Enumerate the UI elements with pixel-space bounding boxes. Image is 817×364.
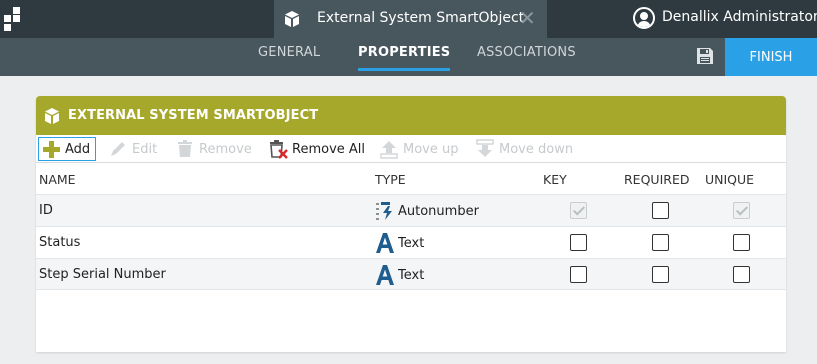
move-up-button[interactable]: Move up bbox=[379, 137, 459, 161]
unique-checkbox[interactable] bbox=[733, 266, 750, 283]
column-header-unique[interactable]: UNIQUE bbox=[705, 172, 754, 187]
remove-all-icon bbox=[270, 140, 288, 159]
properties-panel: EXTERNAL SYSTEM SMARTOBJECT Add Edit Rem… bbox=[36, 96, 786, 352]
smartobject-icon bbox=[285, 11, 299, 27]
move-down-icon bbox=[476, 139, 494, 157]
avatar-icon bbox=[633, 7, 655, 29]
pencil-icon bbox=[111, 142, 125, 156]
move-up-button-label: Move up bbox=[403, 141, 459, 157]
key-checkbox[interactable] bbox=[570, 202, 587, 219]
property-type: Text bbox=[375, 232, 424, 254]
required-checkbox[interactable] bbox=[652, 266, 669, 283]
unique-checkbox[interactable] bbox=[733, 234, 750, 251]
save-icon[interactable] bbox=[696, 47, 714, 65]
tab-general[interactable]: GENERAL bbox=[258, 45, 320, 60]
column-header-required[interactable]: REQUIRED bbox=[624, 172, 689, 187]
column-header-name[interactable]: NAME bbox=[39, 172, 76, 187]
tab-properties[interactable]: PROPERTIES bbox=[358, 45, 451, 71]
property-type-label: Autonumber bbox=[398, 203, 479, 219]
document-tab[interactable]: External System SmartObject ✕ bbox=[274, 0, 547, 38]
user-name: Denallix Administrator bbox=[662, 9, 817, 25]
apps-grid-icon[interactable] bbox=[4, 7, 22, 31]
panel-title: EXTERNAL SYSTEM SMARTOBJECT bbox=[68, 108, 319, 123]
active-tab-indicator bbox=[358, 68, 451, 71]
property-type: Text bbox=[375, 264, 424, 286]
table-row[interactable]: ID Autonumber bbox=[36, 194, 786, 226]
edit-button-label: Edit bbox=[132, 141, 158, 157]
finish-button[interactable]: FINISH bbox=[725, 38, 817, 76]
autonumber-icon bbox=[376, 202, 392, 220]
remove-all-button-label: Remove All bbox=[292, 141, 366, 157]
column-header-type[interactable]: TYPE bbox=[375, 172, 406, 187]
unique-checkbox[interactable] bbox=[733, 202, 750, 219]
table-header: NAME TYPE KEY REQUIRED UNIQUE bbox=[36, 166, 786, 192]
move-up-icon bbox=[380, 141, 398, 159]
remove-button[interactable]: Remove bbox=[175, 137, 252, 161]
add-button[interactable]: Add bbox=[38, 137, 97, 161]
remove-button-label: Remove bbox=[199, 141, 252, 157]
add-button-label: Add bbox=[65, 141, 91, 157]
key-checkbox[interactable] bbox=[570, 266, 587, 283]
tab-associations[interactable]: ASSOCIATIONS bbox=[477, 45, 576, 60]
smartobject-icon bbox=[45, 108, 59, 124]
edit-button[interactable]: Edit bbox=[108, 137, 157, 161]
trash-icon bbox=[178, 140, 192, 157]
close-tab-icon[interactable]: ✕ bbox=[519, 8, 536, 28]
column-header-key[interactable]: KEY bbox=[543, 172, 567, 187]
table-row[interactable]: Step Serial Number Text bbox=[36, 258, 786, 290]
remove-all-button[interactable]: Remove All bbox=[268, 137, 365, 161]
tab-properties-label: PROPERTIES bbox=[358, 45, 451, 60]
top-bar: External System SmartObject ✕ Denallix A… bbox=[0, 0, 817, 38]
properties-toolbar: Add Edit Remove Remove All Move up Move … bbox=[36, 135, 786, 163]
property-type-label: Text bbox=[398, 235, 425, 251]
tab-general-label: GENERAL bbox=[258, 45, 321, 60]
property-type: Autonumber bbox=[375, 200, 479, 222]
move-down-button-label: Move down bbox=[499, 141, 574, 157]
table-row[interactable]: Status Text bbox=[36, 226, 786, 258]
required-checkbox[interactable] bbox=[652, 234, 669, 251]
nav-bar: GENERAL PROPERTIES ASSOCIATIONS bbox=[0, 38, 817, 76]
move-down-button[interactable]: Move down bbox=[475, 137, 573, 161]
property-name: ID bbox=[39, 203, 53, 218]
property-name: Step Serial Number bbox=[39, 267, 166, 282]
property-name: Status bbox=[39, 235, 81, 250]
plus-icon bbox=[43, 141, 60, 158]
document-tab-title: External System SmartObject bbox=[317, 10, 525, 26]
tab-associations-label: ASSOCIATIONS bbox=[477, 45, 576, 60]
key-checkbox[interactable] bbox=[570, 234, 587, 251]
required-checkbox[interactable] bbox=[652, 202, 669, 219]
text-type-icon bbox=[376, 233, 394, 253]
text-type-icon bbox=[376, 265, 394, 285]
property-type-label: Text bbox=[398, 267, 425, 283]
panel-header: EXTERNAL SYSTEM SMARTOBJECT bbox=[36, 96, 786, 135]
